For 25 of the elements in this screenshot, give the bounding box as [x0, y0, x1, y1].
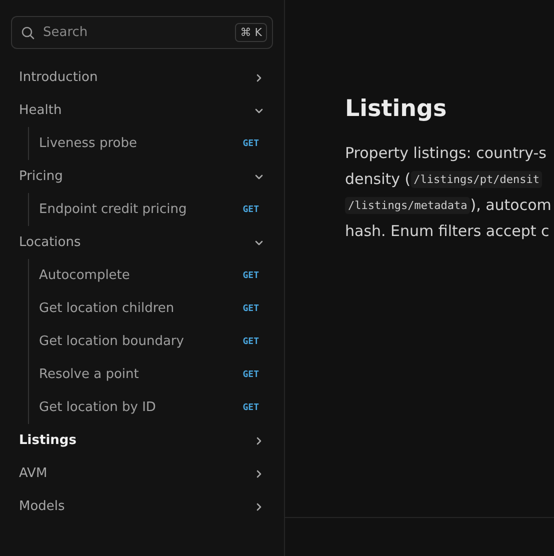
nav-item[interactable]: Health [11, 94, 273, 127]
nav-subitem[interactable]: Get location children GET [29, 292, 273, 325]
nav-subitem[interactable]: Resolve a point GET [29, 358, 273, 391]
page-title: Listings [345, 96, 448, 122]
nav-item[interactable]: Pricing [11, 160, 273, 193]
paragraph-text: density ( [345, 170, 411, 188]
nav-subitem[interactable]: Liveness probe GET [29, 127, 273, 160]
search-field[interactable]: Search ⌘ K [11, 16, 273, 49]
nav-item[interactable]: Models [11, 490, 273, 523]
paragraph-text: hash. Enum filters accept c [345, 222, 550, 240]
nav-item[interactable]: Listings [11, 424, 273, 457]
nav-subitem[interactable]: Autocomplete GET [29, 259, 273, 292]
nav-item[interactable]: Introduction [11, 61, 273, 94]
code-snippet: /listings/pt/densit [410, 170, 542, 188]
nav-item[interactable]: Locations [11, 226, 273, 259]
keyboard-shortcut: ⌘ K [235, 23, 267, 42]
nav-item[interactable]: AVM [11, 457, 273, 490]
code-snippet: /listings/metadata [345, 196, 470, 214]
paragraph-text: ), autocom [470, 196, 552, 214]
nav-subitem[interactable]: Get location boundary GET [29, 325, 273, 358]
search-icon [21, 26, 35, 40]
nav-subitem[interactable]: Endpoint credit pricing GET [29, 193, 273, 226]
nav-subitem[interactable]: Get location by ID GET [29, 391, 273, 424]
paragraph-text: Property listings: country-s [345, 144, 546, 162]
search-input[interactable]: Search [41, 24, 230, 41]
